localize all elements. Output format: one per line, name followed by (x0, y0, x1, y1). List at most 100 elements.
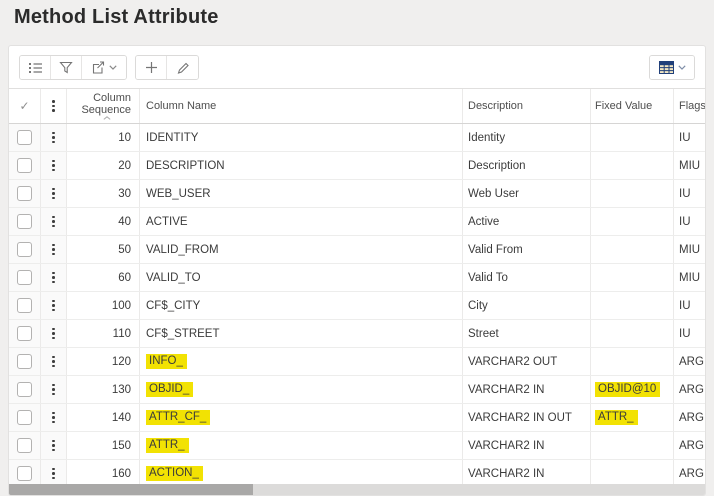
cell-column-name: ACTION_ (140, 460, 463, 487)
table-row[interactable]: 60 VALID_TO Valid To MIU (9, 264, 705, 292)
cell-fixed-value (591, 124, 674, 151)
cell-flags: ARG (674, 376, 705, 403)
table-row[interactable]: 20 DESCRIPTION Description MIU (9, 152, 705, 180)
row-checkbox[interactable] (17, 354, 32, 369)
header-column-name[interactable]: Column Name (140, 89, 463, 123)
table-view-dropdown-button[interactable] (650, 56, 694, 79)
row-menu-cell (41, 124, 67, 151)
row-checkbox[interactable] (17, 130, 32, 145)
cell-description: VARCHAR2 IN (463, 376, 591, 403)
cell-column-name: VALID_FROM (140, 236, 463, 263)
kebab-menu-icon[interactable] (49, 241, 58, 259)
data-grid: ✓ Column Sequence Column Name (9, 88, 705, 488)
row-checkbox[interactable] (17, 298, 32, 313)
list-view-button[interactable] (20, 56, 51, 79)
column-name-text: VALID_FROM (146, 244, 219, 256)
cell-description: Valid To (463, 264, 591, 291)
cell-flags: MIU (674, 236, 705, 263)
row-select-cell (9, 404, 41, 431)
plus-icon (145, 61, 158, 74)
header-description[interactable]: Description (463, 89, 591, 123)
kebab-menu-icon[interactable] (49, 353, 58, 371)
cell-description: Identity (463, 124, 591, 151)
cell-fixed-value (591, 236, 674, 263)
row-checkbox[interactable] (17, 382, 32, 397)
export-icon (91, 61, 105, 74)
header-fixed-value[interactable]: Fixed Value (591, 89, 674, 123)
cell-fixed-value: ATTR_ (591, 404, 674, 431)
cell-flags: ARG (674, 404, 705, 431)
column-name-text: OBJID_ (146, 382, 193, 397)
kebab-menu-icon[interactable] (49, 213, 58, 231)
chevron-down-icon (109, 65, 117, 70)
data-grid-panel: ✓ Column Sequence Column Name (8, 45, 706, 496)
edit-button[interactable] (167, 56, 198, 79)
cell-sequence: 30 (67, 180, 140, 207)
kebab-menu-icon[interactable] (49, 325, 58, 343)
table-row[interactable]: 120 INFO_ VARCHAR2 OUT ARG (9, 348, 705, 376)
header-column-sequence[interactable]: Column Sequence (67, 89, 140, 123)
table-row[interactable]: 40 ACTIVE Active IU (9, 208, 705, 236)
export-dropdown-button[interactable] (82, 56, 126, 79)
cell-column-name: IDENTITY (140, 124, 463, 151)
header-menu-cell[interactable] (41, 89, 67, 123)
fixed-value-text: ATTR_ (595, 410, 638, 425)
row-select-cell (9, 208, 41, 235)
row-checkbox[interactable] (17, 466, 32, 481)
horizontal-scrollbar[interactable] (9, 484, 705, 495)
row-checkbox[interactable] (17, 438, 32, 453)
row-checkbox[interactable] (17, 270, 32, 285)
kebab-menu-icon[interactable] (49, 269, 58, 287)
kebab-menu-icon[interactable] (49, 185, 58, 203)
kebab-menu-icon[interactable] (49, 129, 58, 147)
kebab-menu-icon[interactable] (49, 297, 58, 315)
cell-fixed-value (591, 180, 674, 207)
row-checkbox[interactable] (17, 214, 32, 229)
kebab-menu-icon[interactable] (49, 437, 58, 455)
table-row[interactable]: 140 ATTR_CF_ VARCHAR2 IN OUT ATTR_ ARG (9, 404, 705, 432)
cell-sequence: 120 (67, 348, 140, 375)
cell-fixed-value (591, 320, 674, 347)
cell-description: VARCHAR2 IN OUT (463, 404, 591, 431)
add-button[interactable] (136, 56, 167, 79)
table-row[interactable]: 150 ATTR_ VARCHAR2 IN ARG (9, 432, 705, 460)
list-icon (28, 61, 43, 74)
row-checkbox[interactable] (17, 186, 32, 201)
cell-description: Description (463, 152, 591, 179)
row-menu-cell (41, 264, 67, 291)
table-row[interactable]: 10 IDENTITY Identity IU (9, 124, 705, 152)
kebab-menu-icon[interactable] (49, 381, 58, 399)
row-checkbox[interactable] (17, 326, 32, 341)
cell-flags: IU (674, 320, 705, 347)
table-row[interactable]: 100 CF$_CITY City IU (9, 292, 705, 320)
header-flags[interactable]: Flags (674, 89, 705, 123)
kebab-menu-icon[interactable] (49, 157, 58, 175)
row-checkbox[interactable] (17, 242, 32, 257)
row-checkbox[interactable] (17, 158, 32, 173)
cell-flags: ARG (674, 460, 705, 487)
kebab-menu-icon[interactable] (49, 465, 58, 483)
row-checkbox[interactable] (17, 410, 32, 425)
cell-flags: ARG (674, 348, 705, 375)
check-icon: ✓ (19, 99, 29, 113)
table-view-icon (659, 61, 674, 74)
cell-column-name: ATTR_ (140, 432, 463, 459)
filter-button[interactable] (51, 56, 82, 79)
row-menu-cell (41, 236, 67, 263)
row-select-cell (9, 460, 41, 487)
cell-sequence: 40 (67, 208, 140, 235)
toolbar-right (649, 55, 695, 80)
scrollbar-thumb[interactable] (9, 484, 253, 495)
table-row[interactable]: 110 CF$_STREET Street IU (9, 320, 705, 348)
page-title: Method List Attribute (14, 6, 219, 29)
row-menu-cell (41, 292, 67, 319)
kebab-menu-icon[interactable] (49, 409, 58, 427)
cell-column-name: WEB_USER (140, 180, 463, 207)
cell-sequence: 60 (67, 264, 140, 291)
table-row[interactable]: 30 WEB_USER Web User IU (9, 180, 705, 208)
select-all-header[interactable]: ✓ (9, 89, 41, 123)
table-row[interactable]: 50 VALID_FROM Valid From MIU (9, 236, 705, 264)
cell-sequence: 140 (67, 404, 140, 431)
table-row[interactable]: 130 OBJID_ VARCHAR2 IN OBJID@10 ARG (9, 376, 705, 404)
row-select-cell (9, 264, 41, 291)
